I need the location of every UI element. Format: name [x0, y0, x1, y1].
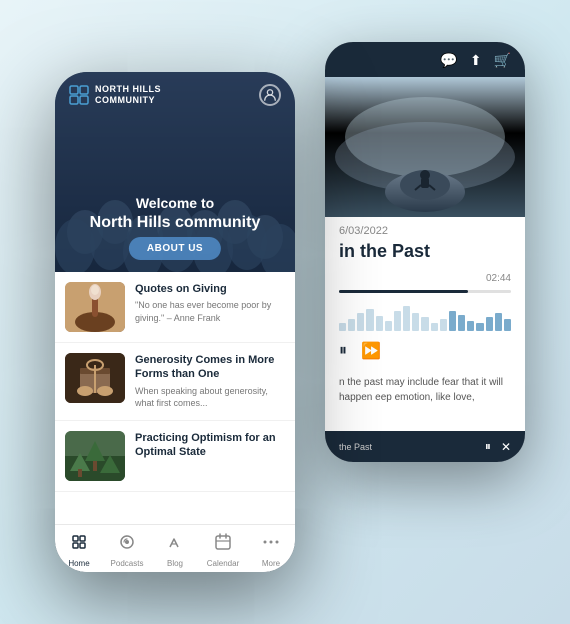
list-item[interactable]: Quotes on Giving "No one has ever become… [55, 272, 295, 343]
back-date: 6/03/2022 [325, 217, 525, 241]
back-content: 6/03/2022 in the Past 02:44 [325, 77, 525, 431]
list-item-title: Quotes on Giving [135, 282, 285, 296]
list-item-title: Practicing Optimism for an Optimal State [135, 431, 285, 460]
close-icon[interactable]: ✕ [501, 440, 511, 454]
brand-logo: NORTH HILLS COMMUNITY [69, 84, 161, 106]
list-item-desc: "No one has ever become poor by giving."… [135, 299, 285, 324]
audio-controls: ⏸ ⏩ [325, 335, 525, 367]
audio-waveform [339, 301, 511, 331]
optimism-thumbnail [65, 431, 125, 481]
nav-item-more[interactable]: More [247, 533, 295, 568]
blog-icon [166, 533, 184, 556]
calendar-icon [214, 533, 232, 556]
nav-item-home[interactable]: Home [55, 533, 103, 568]
audio-progress-bar[interactable] [339, 290, 511, 293]
phone-front: NORTH HILLS COMMUNITY Welcome to [55, 72, 295, 572]
hero-text: Welcome to North Hills community [55, 195, 295, 232]
nav-label-home: Home [68, 559, 89, 568]
user-profile-icon[interactable] [259, 84, 281, 106]
phones-container: 💬 ⬆ 🛒 [25, 22, 545, 602]
fast-forward-button[interactable]: ⏩ [361, 341, 381, 361]
list-text: Quotes on Giving "No one has ever become… [135, 282, 285, 324]
share-icon: ⬆ [470, 52, 482, 69]
back-bottom-label: the Past [339, 442, 485, 452]
more-icon [262, 533, 280, 556]
podcasts-icon [118, 533, 136, 556]
nav-label-calendar: Calendar [207, 559, 239, 568]
phone-back: 💬 ⬆ 🛒 [325, 42, 525, 462]
generosity-thumbnail [65, 353, 125, 403]
pause-button[interactable]: ⏸ [339, 342, 347, 360]
about-us-button[interactable]: ABOUT US [129, 237, 221, 260]
brand-name: NORTH HILLS COMMUNITY [95, 84, 161, 106]
play-pause-icon[interactable]: ⏸ [485, 439, 491, 454]
nav-item-blog[interactable]: Blog [151, 533, 199, 568]
home-icon [70, 533, 88, 556]
bottom-navigation: Home Podcasts [55, 524, 295, 572]
hero-title: North Hills community [55, 213, 295, 232]
nav-item-podcasts[interactable]: Podcasts [103, 533, 151, 568]
navbar: NORTH HILLS COMMUNITY [55, 72, 295, 114]
back-status-bar: 💬 ⬆ 🛒 [325, 42, 525, 77]
nav-item-calendar[interactable]: Calendar [199, 533, 247, 568]
back-bottom-bar: the Past ⏸ ✕ [325, 431, 525, 462]
back-hero-image [325, 77, 525, 217]
nav-label-more: More [262, 559, 280, 568]
list-item-title: Generosity Comes in More Forms than One [135, 353, 285, 382]
logo-icon [69, 85, 89, 105]
cart-icon: 🛒 [494, 52, 511, 69]
back-title: in the Past [325, 241, 525, 271]
list-item[interactable]: Practicing Optimism for an Optimal State [55, 421, 295, 492]
giving-thumbnail [65, 282, 125, 332]
nav-label-podcasts: Podcasts [111, 559, 144, 568]
back-text-preview: n the past may include fear that it will… [325, 367, 525, 413]
audio-time: 02:44 [325, 271, 525, 286]
list-item[interactable]: Generosity Comes in More Forms than One … [55, 343, 295, 421]
hero-section: NORTH HILLS COMMUNITY Welcome to [55, 72, 295, 272]
hero-welcome: Welcome to [55, 195, 295, 211]
back-bottom-controls: ⏸ ✕ [485, 439, 511, 454]
nav-label-blog: Blog [167, 559, 183, 568]
list-item-desc: When speaking about generosity, what fir… [135, 385, 285, 410]
chat-icon: 💬 [440, 52, 457, 69]
list-text: Generosity Comes in More Forms than One … [135, 353, 285, 410]
list-text: Practicing Optimism for an Optimal State [135, 431, 285, 463]
content-list: Quotes on Giving "No one has ever become… [55, 272, 295, 524]
